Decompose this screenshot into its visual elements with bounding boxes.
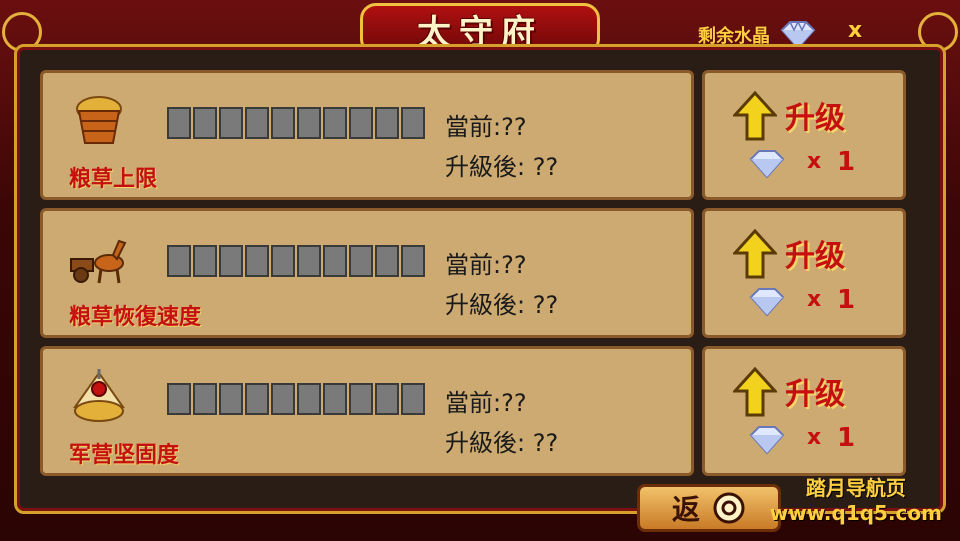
progress-segment: [349, 107, 373, 139]
row-name: 粮草上限: [69, 167, 158, 192]
cost-multiplier: x: [807, 425, 822, 450]
upgrade-button-grain-limit[interactable]: 升级 x 1: [702, 70, 906, 200]
current-label: 當前:: [445, 251, 502, 279]
back-button[interactable]: 返: [637, 484, 781, 532]
next-label: 升級後:: [445, 291, 526, 319]
progress-segment: [297, 107, 321, 139]
progress-segment: [219, 383, 243, 415]
watermark-line1: 踏月导航页: [805, 476, 906, 500]
progress-segment: [375, 245, 399, 277]
next-stat: 升級後: ??: [445, 147, 558, 182]
current-label: 當前:: [445, 113, 502, 141]
progress-bar: [167, 107, 425, 139]
upgrade-button-camp-durability[interactable]: 升级 x 1: [702, 346, 906, 476]
progress-segment: [323, 245, 347, 277]
cost-multiplier: x: [807, 149, 822, 174]
current-stat: 當前:??: [445, 383, 527, 418]
back-label: 返: [671, 493, 700, 526]
progress-segment: [245, 245, 269, 277]
progress-segment: [167, 245, 191, 277]
progress-segment: [219, 245, 243, 277]
cost-value: 1: [837, 147, 856, 177]
progress-segment: [219, 107, 243, 139]
progress-bar: [167, 245, 425, 277]
progress-segment: [193, 107, 217, 139]
grain-basket-icon: [76, 96, 122, 144]
progress-segment: [245, 107, 269, 139]
upgrade-label: 升级: [785, 377, 845, 412]
watermark: 踏月导航页 www.q1q5.com: [770, 472, 942, 525]
progress-segment: [297, 245, 321, 277]
circle-icon: [713, 492, 745, 524]
game-window: 太守府 剩余水晶 x 0 粮草上限 當前:?? 升級後: ?? 升级: [0, 0, 960, 541]
progress-segment: [401, 245, 425, 277]
up-arrow-icon: [733, 367, 777, 417]
current-value: ??: [501, 251, 527, 279]
upgrade-row-grain-limit: 粮草上限 當前:?? 升級後: ??: [40, 70, 694, 200]
current-value: ??: [501, 113, 527, 141]
next-value: ??: [532, 429, 559, 457]
diamond-icon: [749, 150, 785, 179]
progress-segment: [349, 383, 373, 415]
cost-multiplier: x: [807, 287, 822, 312]
current-stat: 當前:??: [445, 107, 527, 142]
upgrade-row-camp-durability: 军营坚固度 當前:?? 升級後: ??: [40, 346, 694, 476]
row-name: 粮草恢復速度: [69, 305, 202, 330]
upgrade-label: 升级: [785, 101, 845, 136]
upgrade-button-grain-recovery[interactable]: 升级 x 1: [702, 208, 906, 338]
next-stat: 升級後: ??: [445, 423, 558, 458]
next-value: ??: [532, 153, 559, 181]
progress-segment: [167, 107, 191, 139]
progress-segment: [401, 107, 425, 139]
upgrade-row-grain-recovery: 粮草恢復速度 當前:?? 升級後: ??: [40, 208, 694, 338]
progress-segment: [375, 383, 399, 415]
watermark-line2: www.q1q5.com: [769, 501, 942, 525]
progress-segment: [271, 107, 295, 139]
progress-segment: [401, 383, 425, 415]
cost-value: 1: [837, 285, 856, 315]
next-stat: 升級後: ??: [445, 285, 558, 320]
army-tent-icon: [73, 369, 125, 422]
next-value: ??: [532, 291, 559, 319]
current-label: 當前:: [445, 389, 502, 417]
current-value: ??: [501, 389, 527, 417]
progress-segment: [193, 245, 217, 277]
progress-bar: [167, 383, 425, 415]
progress-segment: [323, 383, 347, 415]
cost-value: 1: [837, 423, 856, 453]
next-label: 升級後:: [445, 153, 526, 181]
next-label: 升級後:: [445, 429, 526, 457]
progress-segment: [271, 383, 295, 415]
progress-segment: [271, 245, 295, 277]
upgrade-label: 升级: [785, 239, 845, 274]
progress-segment: [297, 383, 321, 415]
diamond-icon: [749, 426, 785, 455]
progress-segment: [375, 107, 399, 139]
progress-segment: [245, 383, 269, 415]
progress-segment: [167, 383, 191, 415]
current-stat: 當前:??: [445, 245, 527, 280]
progress-segment: [193, 383, 217, 415]
progress-segment: [323, 107, 347, 139]
up-arrow-icon: [733, 229, 777, 279]
progress-segment: [349, 245, 373, 277]
up-arrow-icon: [733, 91, 777, 141]
diamond-icon: [749, 288, 785, 317]
horse-cart-icon: [70, 239, 127, 284]
row-name: 军营坚固度: [69, 443, 180, 468]
